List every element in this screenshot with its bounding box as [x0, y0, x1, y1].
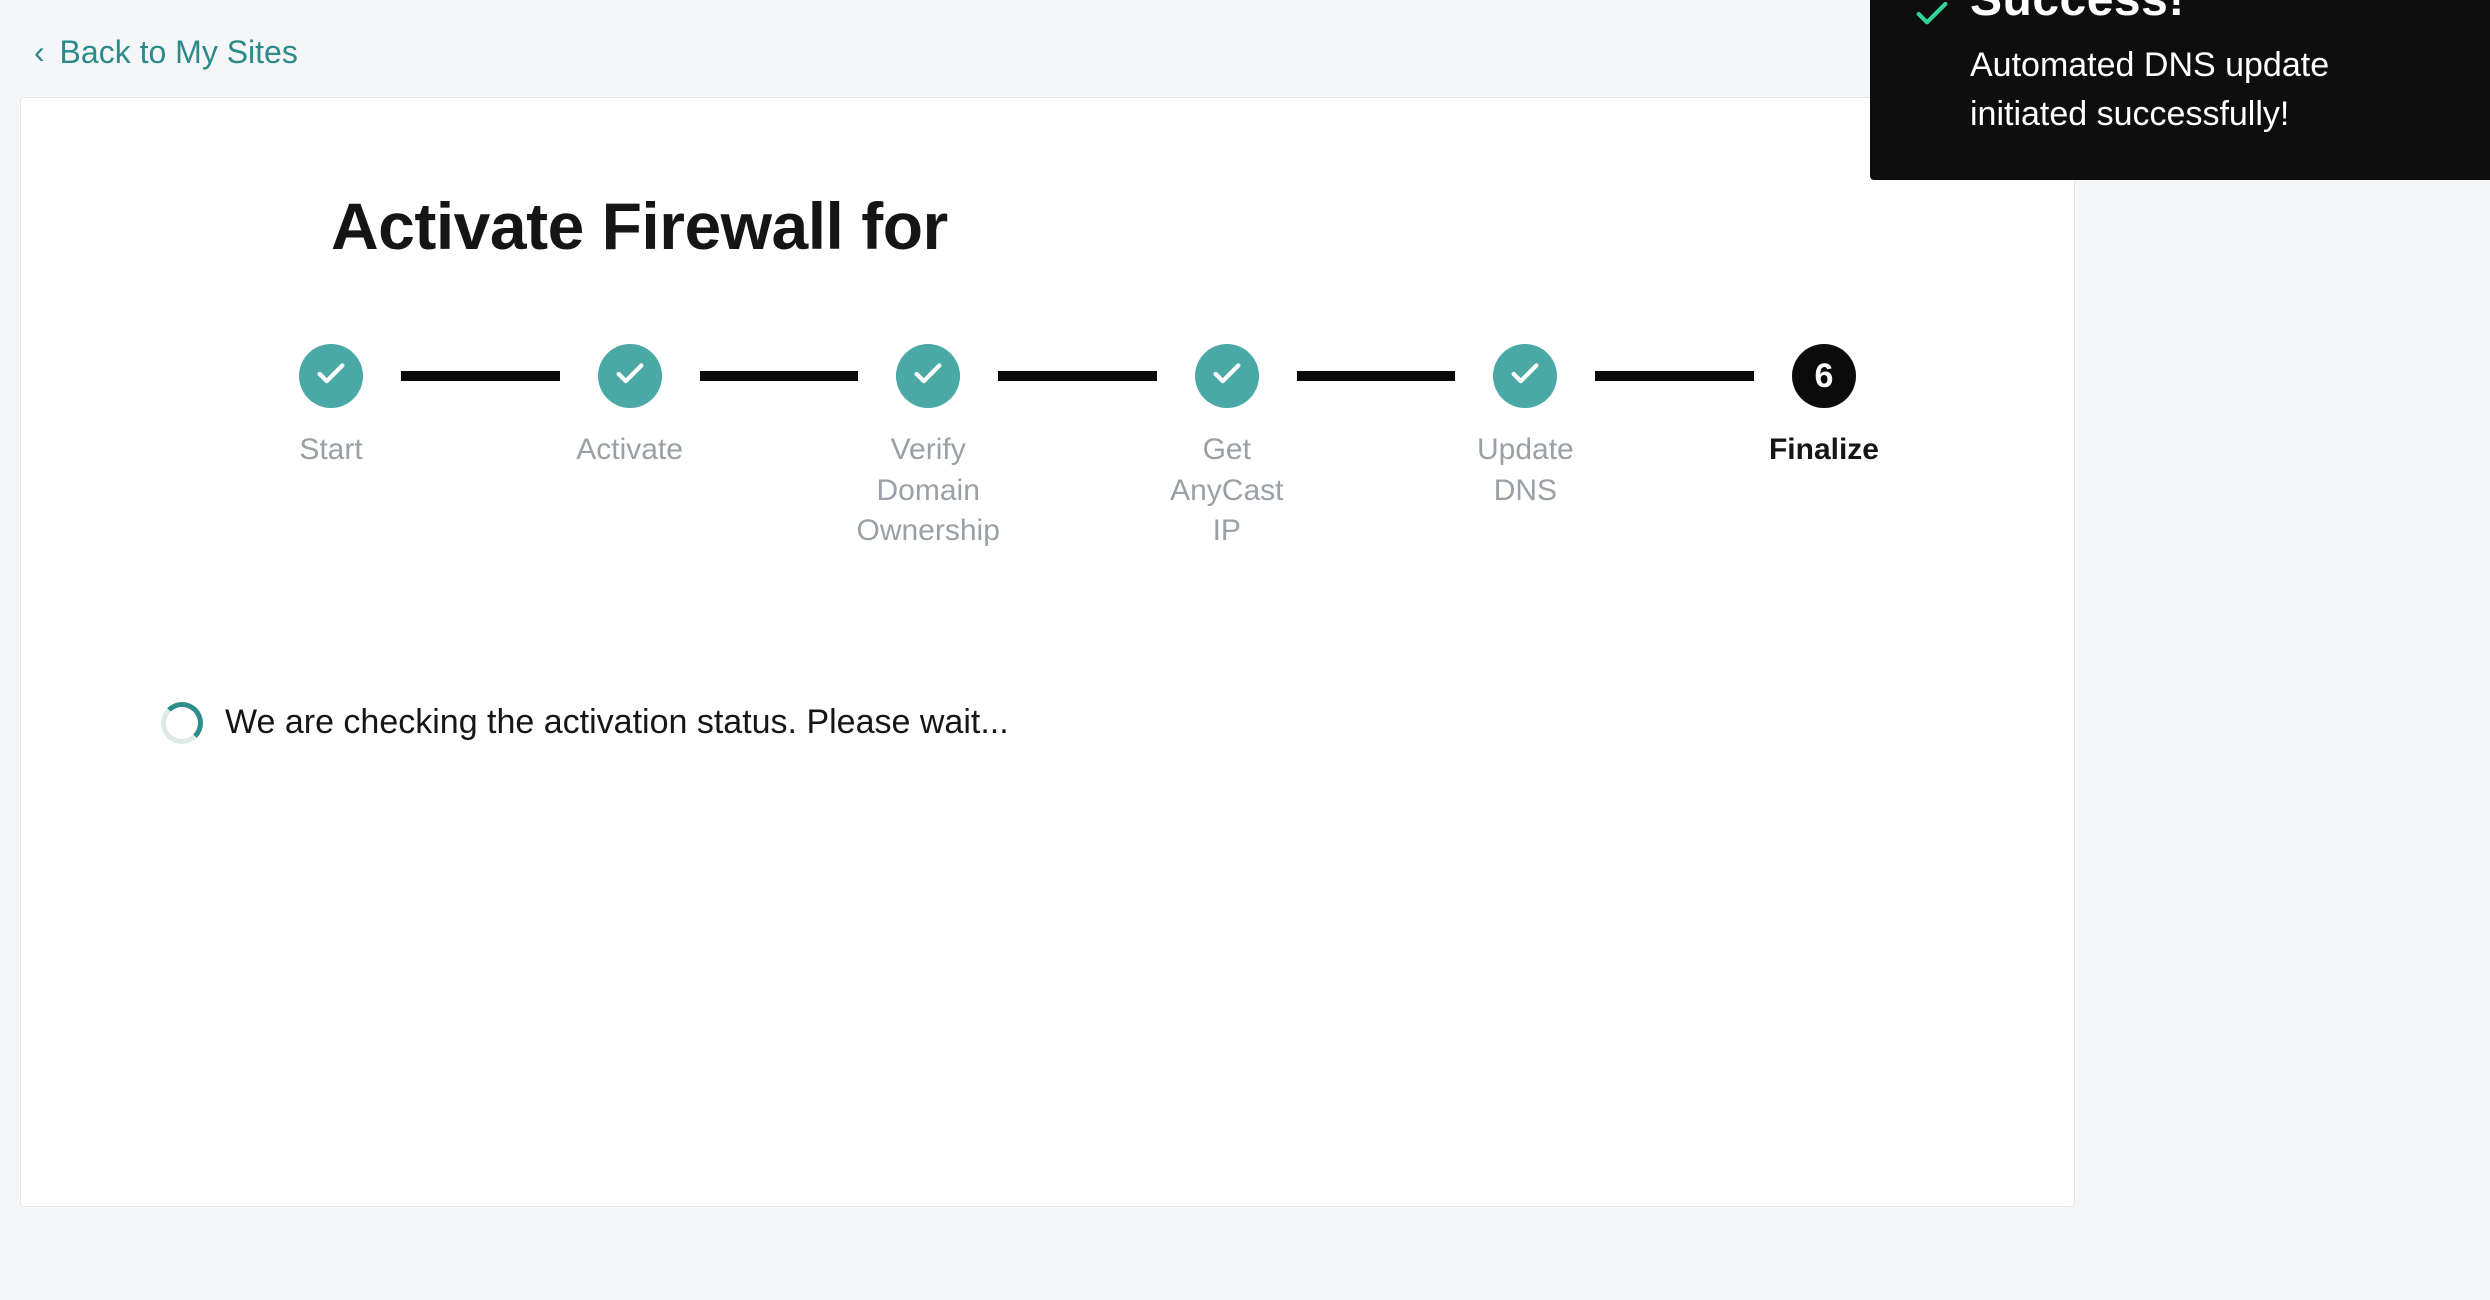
step-verify-domain: Verify Domain Ownership — [858, 344, 998, 552]
step-circle-done — [598, 344, 662, 408]
activation-card: Activate Firewall for Start Activate — [20, 97, 2075, 1207]
status-message: We are checking the activation status. P… — [225, 703, 1009, 742]
check-icon — [911, 357, 945, 396]
step-connector — [998, 371, 1157, 381]
check-icon — [613, 357, 647, 396]
back-link-label: Back to My Sites — [60, 34, 298, 70]
step-get-anycast-ip: Get AnyCast IP — [1157, 344, 1297, 552]
status-row: We are checking the activation status. P… — [161, 702, 1934, 744]
check-icon — [314, 357, 348, 396]
step-circle-done — [299, 344, 363, 408]
toast-message: Automated DNS update initiated successfu… — [1970, 41, 2446, 140]
step-number: 6 — [1815, 357, 1834, 396]
step-label: Update DNS — [1455, 430, 1595, 511]
step-connector — [1595, 371, 1754, 381]
success-toast: Success! Automated DNS update initiated … — [1870, 0, 2490, 180]
back-to-my-sites-link[interactable]: ‹ Back to My Sites — [34, 34, 298, 70]
spinner-icon — [161, 702, 203, 744]
step-label: Finalize — [1769, 430, 1879, 471]
step-finalize: 6 Finalize — [1754, 344, 1894, 471]
check-circle-icon — [1912, 0, 1952, 39]
step-label: Start — [299, 430, 362, 471]
step-label: Activate — [576, 430, 683, 471]
page-title: Activate Firewall for — [331, 188, 1934, 264]
step-circle-current: 6 — [1792, 344, 1856, 408]
step-circle-done — [1195, 344, 1259, 408]
step-update-dns: Update DNS — [1455, 344, 1595, 511]
step-circle-done — [896, 344, 960, 408]
step-connector — [700, 371, 859, 381]
step-connector — [1297, 371, 1456, 381]
step-activate: Activate — [560, 344, 700, 471]
step-connector — [401, 371, 560, 381]
step-label: Get AnyCast IP — [1157, 430, 1297, 552]
toast-title: Success! — [1970, 0, 2446, 27]
step-circle-done — [1493, 344, 1557, 408]
chevron-left-icon: ‹ — [34, 34, 45, 70]
step-start: Start — [261, 344, 401, 471]
check-icon — [1210, 357, 1244, 396]
step-label: Verify Domain Ownership — [857, 430, 1000, 552]
stepper: Start Activate Verify Domain Ownership — [261, 344, 1894, 552]
check-icon — [1508, 357, 1542, 396]
